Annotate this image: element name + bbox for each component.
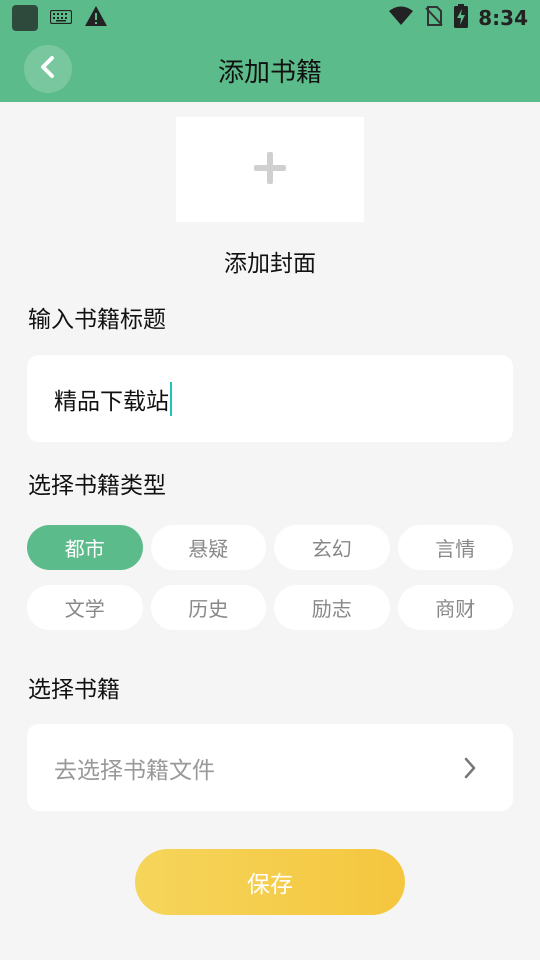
type-section-label: 选择书籍类型 [28, 473, 166, 499]
tag-yanqing[interactable]: 言情 [397, 525, 513, 570]
tag-row: 都市 悬疑 玄幻 言情 [27, 525, 513, 570]
add-cover-label: 添加封面 [224, 251, 316, 277]
app-icon [12, 5, 38, 31]
tag-wenxue[interactable]: 文学 [27, 585, 143, 630]
title-section-label: 输入书籍标题 [28, 307, 166, 333]
app-header: 添加书籍 [0, 36, 540, 102]
text-caret [170, 381, 172, 416]
file-section-label: 选择书籍 [28, 677, 120, 703]
tag-xuanhuan[interactable]: 玄幻 [274, 525, 390, 570]
tag-xuanyi[interactable]: 悬疑 [150, 525, 266, 570]
battery-charging-icon [454, 4, 469, 32]
clock: 8:34 [478, 6, 528, 30]
keyboard-icon [49, 9, 73, 28]
tag-dushi[interactable]: 都市 [27, 525, 143, 570]
tag-lizhi[interactable]: 励志 [274, 585, 390, 630]
type-tag-grid: 都市 悬疑 玄幻 言情 文学 历史 励志 商财 [27, 525, 513, 645]
add-cover-button[interactable] [176, 117, 364, 222]
plus-icon [252, 150, 288, 190]
select-file-placeholder: 去选择书籍文件 [54, 757, 215, 784]
select-book-file-button[interactable]: 去选择书籍文件 [27, 724, 513, 811]
tag-row: 文学 历史 励志 商财 [27, 585, 513, 630]
no-sim-icon [424, 5, 444, 31]
page-title: 添加书籍 [217, 58, 322, 88]
tag-shangcai[interactable]: 商财 [397, 585, 513, 630]
wifi-icon [388, 6, 414, 30]
chevron-right-icon [463, 756, 477, 780]
warning-icon [84, 5, 108, 31]
save-button[interactable]: 保存 [135, 849, 405, 915]
tag-lishi[interactable]: 历史 [150, 585, 266, 630]
status-bar: 8:34 [0, 0, 540, 36]
book-title-value: 精品下载站 [54, 388, 169, 415]
book-title-input[interactable]: 精品下载站 [27, 355, 513, 442]
